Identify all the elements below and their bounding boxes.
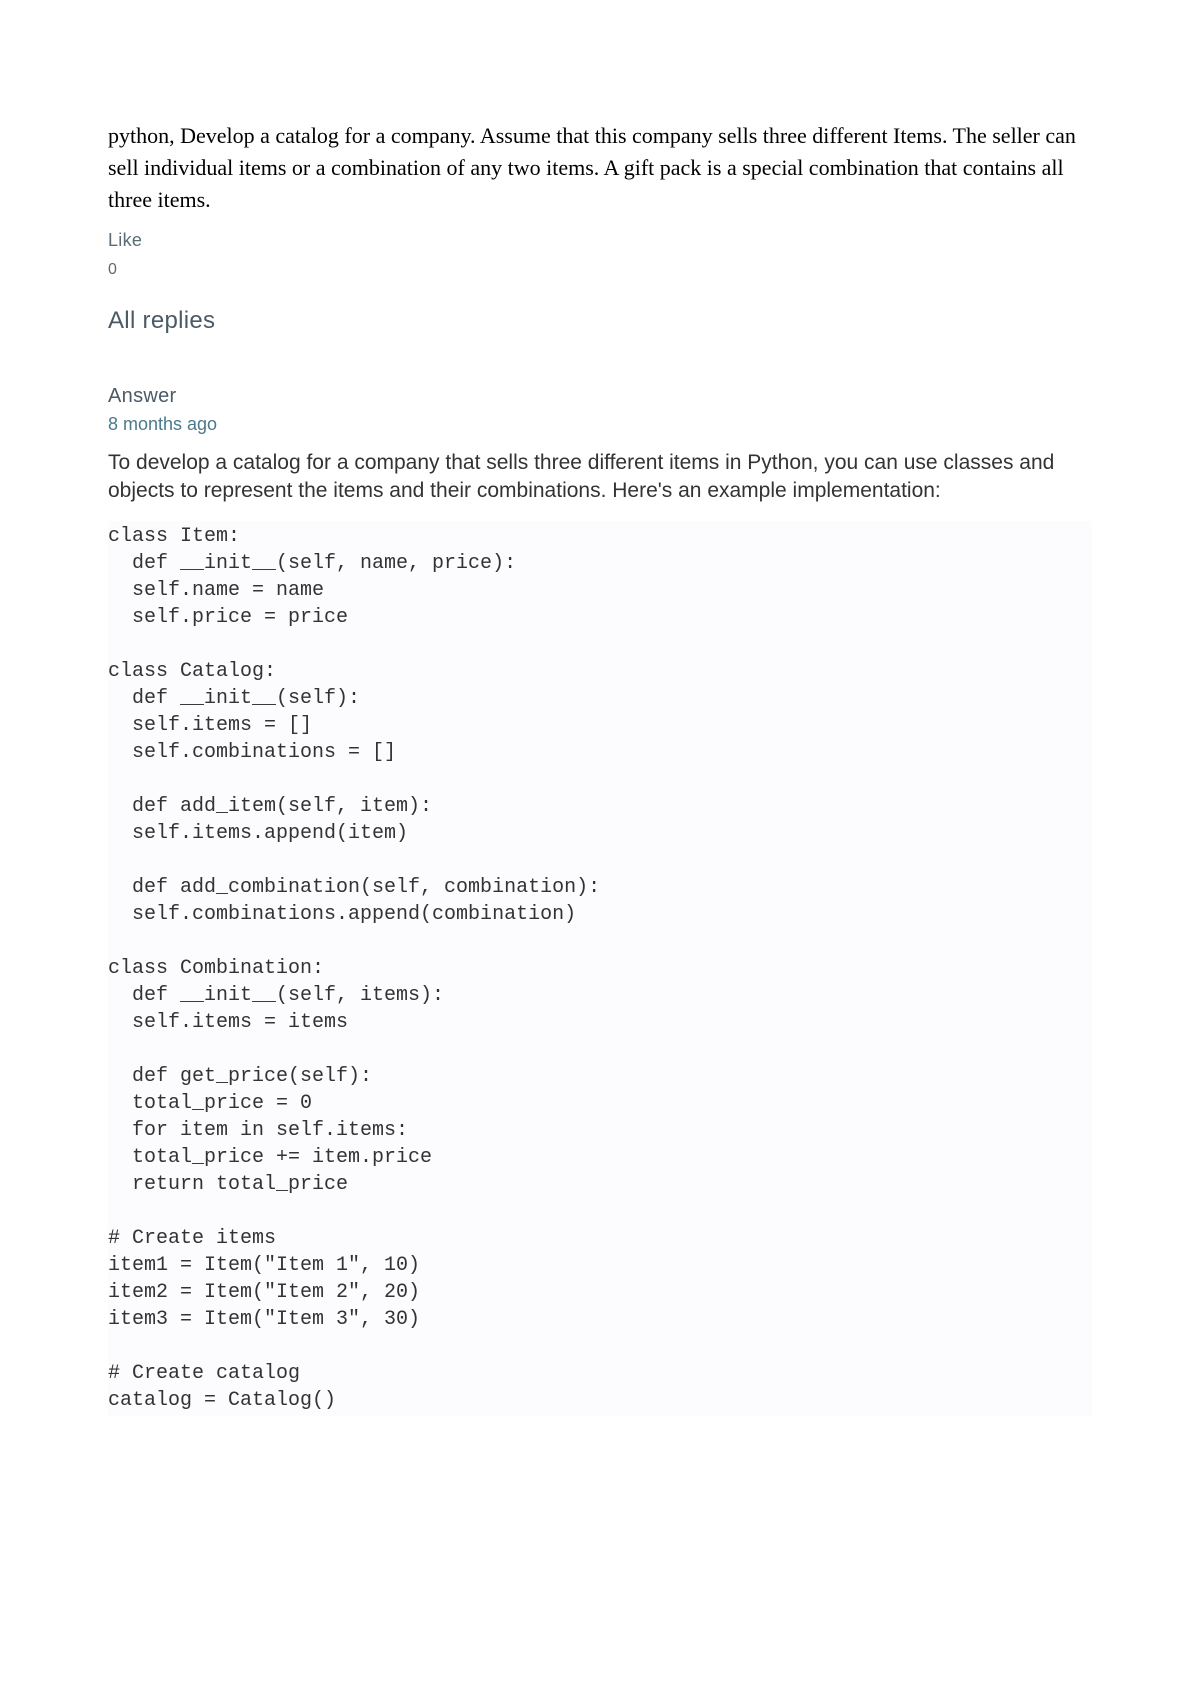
answer-intro-text: To develop a catalog for a company that … xyxy=(108,449,1092,506)
code-block: class Item: def __init__(self, name, pri… xyxy=(108,521,1092,1416)
like-count: 0 xyxy=(108,261,1092,279)
all-replies-heading: All replies xyxy=(108,307,1092,335)
like-button[interactable]: Like xyxy=(108,230,1092,251)
answer-label: Answer xyxy=(108,385,1092,408)
answer-timestamp: 8 months ago xyxy=(108,414,1092,435)
question-title: python, Develop a catalog for a company.… xyxy=(108,120,1092,216)
